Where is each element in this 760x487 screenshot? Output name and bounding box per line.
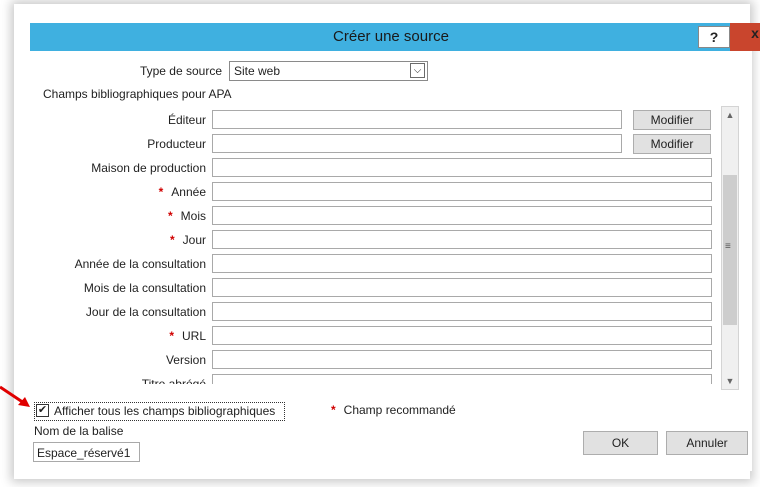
edit-button[interactable]: Modifier [633,134,711,154]
scroll-thumb[interactable]: ≡ [723,175,737,325]
field-label-text: Année [171,185,206,199]
field-input[interactable] [212,302,712,321]
field-label: Maison de production [44,161,206,175]
tag-label: Nom de la balise [34,424,124,438]
required-star-icon: * [169,329,174,343]
field-input[interactable] [212,110,622,129]
field-label-text: URL [181,329,206,343]
field-label-text: Titre abrégé [141,377,206,384]
bibliographic-fields: Éditeur Modifier Producteur Modifier Maison … [0,0,760,384]
field-input[interactable] [212,254,712,273]
fields-scrollbar[interactable]: ▲ ≡ ▼ [721,106,739,390]
edit-button[interactable]: Modifier [633,110,711,130]
scroll-up-icon[interactable]: ▲ [722,107,738,123]
field-label: Titre abrégé [44,377,206,384]
field-label: Version [44,353,206,367]
field-label: Producteur [44,137,206,151]
field-label: * Jour [44,233,206,247]
field-label: * Mois [44,209,206,223]
field-input[interactable] [212,374,712,384]
field-label-text: Producteur [147,137,206,151]
required-star-icon: * [167,209,173,223]
field-input[interactable] [212,278,712,297]
field-label-text: Maison de production [91,161,206,175]
grip-icon: ≡ [725,241,731,252]
field-label-text: Jour de la consultation [85,305,206,319]
field-label: * URL [44,329,206,343]
field-label: Mois de la consultation [44,281,206,295]
field-label-text: Mois [180,209,206,223]
field-input[interactable] [212,206,712,225]
field-label-text: Jour [182,233,206,247]
field-label-text: Année de la consultation [74,257,206,271]
legend: * Champ recommandé [331,403,456,417]
tag-input[interactable]: Espace_réservé1 [33,442,140,462]
field-label: Éditeur [44,113,206,127]
legend-text: Champ recommandé [343,403,456,417]
required-star-icon: * [169,233,175,247]
required-star-icon: * [331,403,336,417]
required-star-icon: * [158,185,164,199]
field-input[interactable] [212,182,712,201]
field-label: Jour de la consultation [44,305,206,319]
show-all-label[interactable]: Afficher tous les champs bibliographique… [54,404,275,418]
field-input[interactable] [212,134,622,153]
field-label-text: Mois de la consultation [83,281,206,295]
field-input[interactable] [212,230,712,249]
field-label: Année de la consultation [44,257,206,271]
field-input[interactable] [212,350,712,369]
annotation-arrow-icon [0,385,30,407]
scroll-down-icon[interactable]: ▼ [722,373,738,389]
field-label-text: Version [165,353,206,367]
field-label-text: Éditeur [167,113,206,127]
field-label: * Année [44,185,206,199]
field-input[interactable] [212,158,712,177]
field-input[interactable] [212,326,712,345]
ok-button[interactable]: OK [583,431,658,455]
cancel-button[interactable]: Annuler [666,431,748,455]
